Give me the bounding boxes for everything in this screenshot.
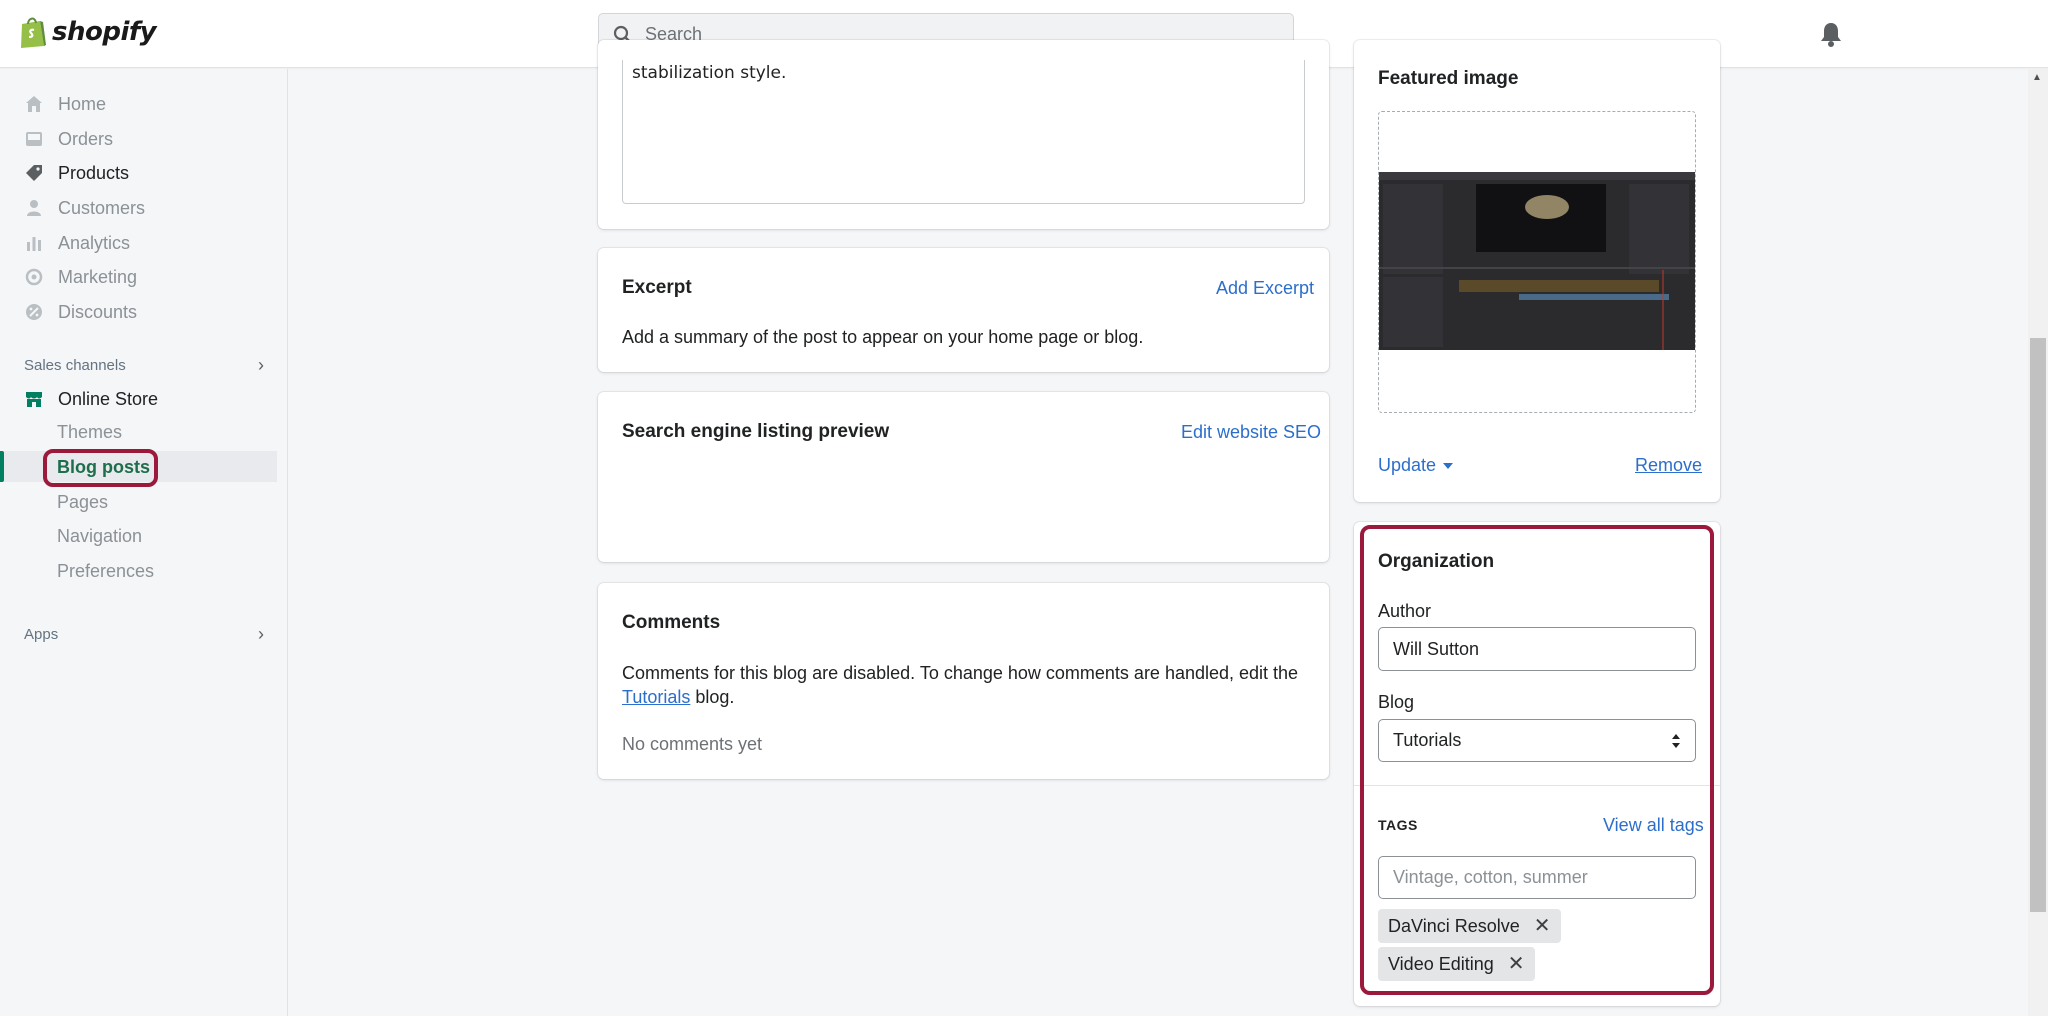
tags-input[interactable] — [1393, 867, 1695, 888]
nav-preferences[interactable]: Preferences — [57, 556, 154, 586]
content-text[interactable]: stabilization style. — [632, 63, 786, 83]
nav-customers-label: Customers — [58, 197, 146, 218]
chevron-right-icon[interactable]: › — [258, 624, 264, 645]
nav-online-store[interactable]: Online Store — [24, 384, 158, 414]
nav-home-label: Home — [58, 93, 107, 114]
edit-seo-link[interactable]: Edit website SEO — [1181, 422, 1321, 443]
apps-label: Apps — [24, 626, 59, 643]
seo-title: Search engine listing preview — [622, 421, 890, 442]
sales-channels-header[interactable]: Sales channels › — [24, 355, 264, 376]
scrollbar-thumb[interactable] — [2030, 338, 2046, 912]
tags-label: TAGS — [1378, 817, 1418, 833]
target-icon — [24, 267, 44, 287]
shopify-logo[interactable]: shopify — [18, 15, 157, 49]
tag-label: Video Editing — [1388, 953, 1494, 974]
nav-themes[interactable]: Themes — [57, 417, 122, 447]
bar-chart-icon — [24, 233, 44, 253]
author-input[interactable] — [1393, 638, 1695, 660]
author-field[interactable] — [1378, 627, 1696, 671]
nav-navigation[interactable]: Navigation — [57, 521, 142, 551]
featured-image-title: Featured image — [1378, 68, 1519, 89]
tag-chip: Video Editing ✕ — [1378, 947, 1535, 981]
store-icon — [24, 389, 44, 409]
home-icon — [24, 94, 44, 114]
seo-card — [598, 392, 1329, 562]
blog-select-value: Tutorials — [1393, 730, 1462, 750]
nav-discounts[interactable]: Discounts — [24, 297, 137, 327]
nav-orders[interactable]: Orders — [24, 124, 113, 154]
nav-orders-label: Orders — [58, 128, 114, 149]
nav-products-label: Products — [58, 162, 130, 183]
selected-nav-indicator — [0, 451, 4, 482]
remove-tag-icon[interactable]: ✕ — [1508, 954, 1525, 974]
remove-image-link[interactable]: Remove — [1635, 455, 1702, 476]
no-comments-text: No comments yet — [622, 734, 763, 754]
nav-marketing[interactable]: Marketing — [24, 262, 137, 292]
tag-icon — [24, 163, 44, 183]
apps-header[interactable]: Apps › — [24, 624, 264, 645]
organization-title: Organization — [1378, 551, 1495, 572]
nav-home[interactable]: Home — [24, 89, 106, 119]
blog-select[interactable]: Tutorials — [1378, 719, 1696, 762]
shopify-bag-icon — [21, 17, 46, 48]
scroll-up-arrow-icon[interactable]: ▲ — [2032, 72, 2042, 83]
blog-label: Blog — [1378, 692, 1415, 712]
comments-disabled-text: Comments for this blog are disabled. To … — [622, 661, 1312, 709]
caret-down-icon — [1443, 462, 1454, 469]
blog-posts-highlight — [43, 449, 158, 487]
view-all-tags-link[interactable]: View all tags — [1603, 815, 1704, 836]
update-image-button[interactable]: Update — [1378, 455, 1454, 476]
nav-analytics-label: Analytics — [58, 232, 131, 253]
comments-text-after: blog. — [695, 687, 735, 707]
tutorials-blog-link[interactable]: Tutorials — [622, 687, 690, 707]
brand-name: shopify — [52, 17, 157, 47]
nav-online-store-label: Online Store — [58, 388, 159, 409]
featured-image — [1379, 172, 1695, 350]
nav-discounts-label: Discounts — [58, 301, 138, 322]
remove-tag-icon[interactable]: ✕ — [1534, 916, 1551, 936]
nav-analytics[interactable]: Analytics — [24, 228, 130, 258]
sales-channels-label: Sales channels — [24, 357, 126, 374]
comments-text-before: Comments for this blog are disabled. To … — [622, 663, 1299, 683]
nav-customers[interactable]: Customers — [24, 193, 145, 223]
add-excerpt-link[interactable]: Add Excerpt — [1216, 278, 1314, 299]
video-editor-thumbnail — [1379, 172, 1695, 350]
inbox-icon — [24, 129, 44, 149]
organization-divider — [1354, 785, 1720, 786]
person-icon — [24, 198, 44, 218]
chevron-right-icon[interactable]: › — [258, 355, 264, 376]
excerpt-card — [598, 248, 1329, 372]
nav-marketing-label: Marketing — [58, 266, 138, 287]
select-arrows-icon — [1672, 733, 1680, 748]
nav-pages[interactable]: Pages — [57, 487, 108, 517]
tag-label: DaVinci Resolve — [1388, 915, 1520, 936]
update-label: Update — [1378, 455, 1437, 475]
excerpt-description: Add a summary of the post to appear on y… — [622, 327, 1144, 347]
tags-field[interactable] — [1378, 856, 1696, 899]
nav-products[interactable]: Products — [24, 158, 129, 188]
discount-icon — [24, 302, 44, 322]
comments-title: Comments — [622, 612, 721, 633]
notification-bell-icon[interactable] — [1818, 20, 1844, 48]
author-label: Author — [1378, 601, 1432, 621]
tag-chip: DaVinci Resolve ✕ — [1378, 909, 1561, 943]
excerpt-title: Excerpt — [622, 277, 692, 298]
